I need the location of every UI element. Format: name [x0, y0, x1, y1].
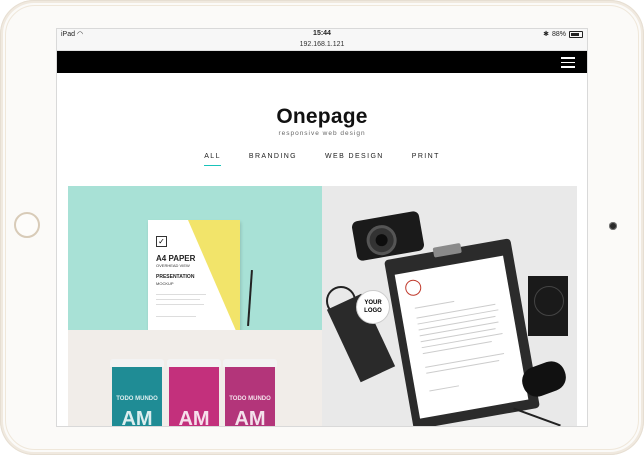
cd-case-image [528, 276, 568, 336]
battery-icon [569, 30, 583, 38]
a4-paper-mockup: ✓ A4 PAPER OVERHEAD VIEW PRESENTATION MO… [148, 220, 240, 330]
status-bar: iPad ◠ 15:44 ✱ 88% [57, 29, 587, 40]
pencil-image [247, 269, 253, 327]
portfolio-grid: ✓ A4 PAPER OVERHEAD VIEW PRESENTATION MO… [68, 186, 577, 426]
portfolio-item-stationery[interactable]: YOUR LOGO [322, 186, 577, 426]
home-button[interactable] [14, 212, 40, 238]
status-right: ✱ 88% [543, 30, 583, 38]
coffee-cup-magenta: TODO MUNDO AM [223, 359, 277, 426]
front-camera [609, 222, 617, 230]
portfolio-filters: ALL BRANDING WEB DESIGN PRINT [57, 153, 587, 166]
filter-print[interactable]: PRINT [412, 153, 440, 160]
brand-header: Onepage responsive web design [57, 105, 587, 137]
checkbox-icon: ✓ [156, 236, 167, 247]
coffee-cup-pink: AM [167, 359, 221, 426]
site-navbar [57, 51, 587, 73]
portfolio-item-a4-paper[interactable]: ✓ A4 PAPER OVERHEAD VIEW PRESENTATION MO… [68, 186, 322, 330]
hamburger-menu-icon[interactable] [561, 57, 575, 68]
pen-image [513, 407, 561, 426]
battery-percent: 88% [551, 30, 566, 38]
clipboard-image [384, 238, 540, 426]
camera-image [351, 210, 425, 262]
filter-branding[interactable]: BRANDING [249, 153, 297, 160]
logo-card: YOUR LOGO [356, 290, 390, 324]
screen: iPad ◠ 15:44 ✱ 88% 192.168.1.121 Onepage… [56, 28, 588, 427]
brand-tagline: responsive web design [278, 130, 366, 137]
address-bar[interactable]: 192.168.1.121 [57, 40, 587, 51]
portfolio-item-coffee-cups[interactable]: TODO MUNDO AM AM TODO MUNDO AM [68, 330, 322, 426]
status-time: 15:44 [313, 30, 331, 37]
filter-web-design[interactable]: WEB DESIGN [325, 153, 384, 160]
bluetooth-icon: ✱ [543, 31, 549, 38]
coffee-cup-teal: TODO MUNDO AM [110, 359, 164, 426]
brand-name[interactable]: Onepage [57, 105, 587, 129]
filter-all[interactable]: ALL [204, 153, 221, 166]
ipad-frame: iPad ◠ 15:44 ✱ 88% 192.168.1.121 Onepage… [0, 0, 644, 455]
